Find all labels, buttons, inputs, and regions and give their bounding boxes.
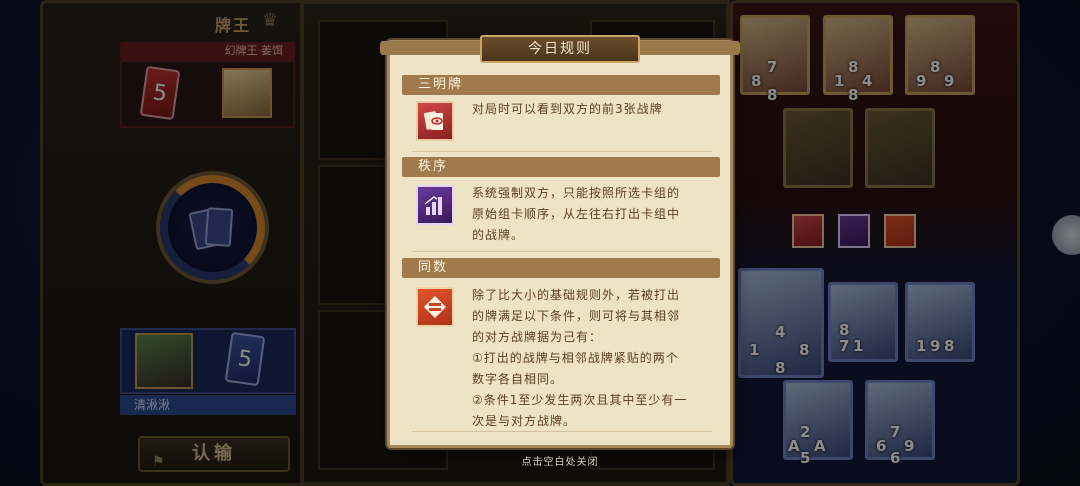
rule-body-order: 系统强制双方，只能按照所选卡组的 原始组卡顺序，从左往右打出卡组中 的战牌。 — [404, 181, 720, 251]
divider — [412, 251, 712, 252]
rule-text-order: 系统强制双方，只能按照所选卡组的 原始组卡顺序，从左往右打出卡组中 的战牌。 — [472, 186, 681, 242]
rules-modal: 三明牌 对局时可以看到双方的前3张战牌 秩序 系统强制双方，只能按照所选卡组的 … — [387, 40, 733, 448]
rule-header-three-open: 三明牌 — [402, 75, 720, 95]
ascending-bars-icon — [416, 185, 454, 225]
modal-title: 今日规则 — [480, 35, 640, 63]
divider — [412, 431, 712, 432]
rule-header-same-number: 同数 — [402, 258, 720, 278]
rule-text-three-open: 对局时可以看到双方的前3张战牌 — [472, 102, 663, 116]
rule-body-same-number: 除了比大小的基础规则外，若被打出 的牌满足以下条件，则可将与其相邻 的对方战牌据… — [404, 283, 720, 433]
rule-header-order: 秩序 — [402, 157, 720, 177]
close-hint: 点击空白处关闭 — [521, 457, 599, 468]
rule-text-same-number: 除了比大小的基础规则外，若被打出 的牌满足以下条件，则可将与其相邻 的对方战牌据… — [472, 288, 688, 428]
divider — [412, 151, 712, 152]
equals-icon — [416, 287, 454, 327]
modal-title-banner: 今日规则 — [380, 35, 740, 63]
rule-body-three-open: 对局时可以看到双方的前3张战牌 — [404, 97, 720, 147]
eye-card-icon — [416, 101, 454, 141]
